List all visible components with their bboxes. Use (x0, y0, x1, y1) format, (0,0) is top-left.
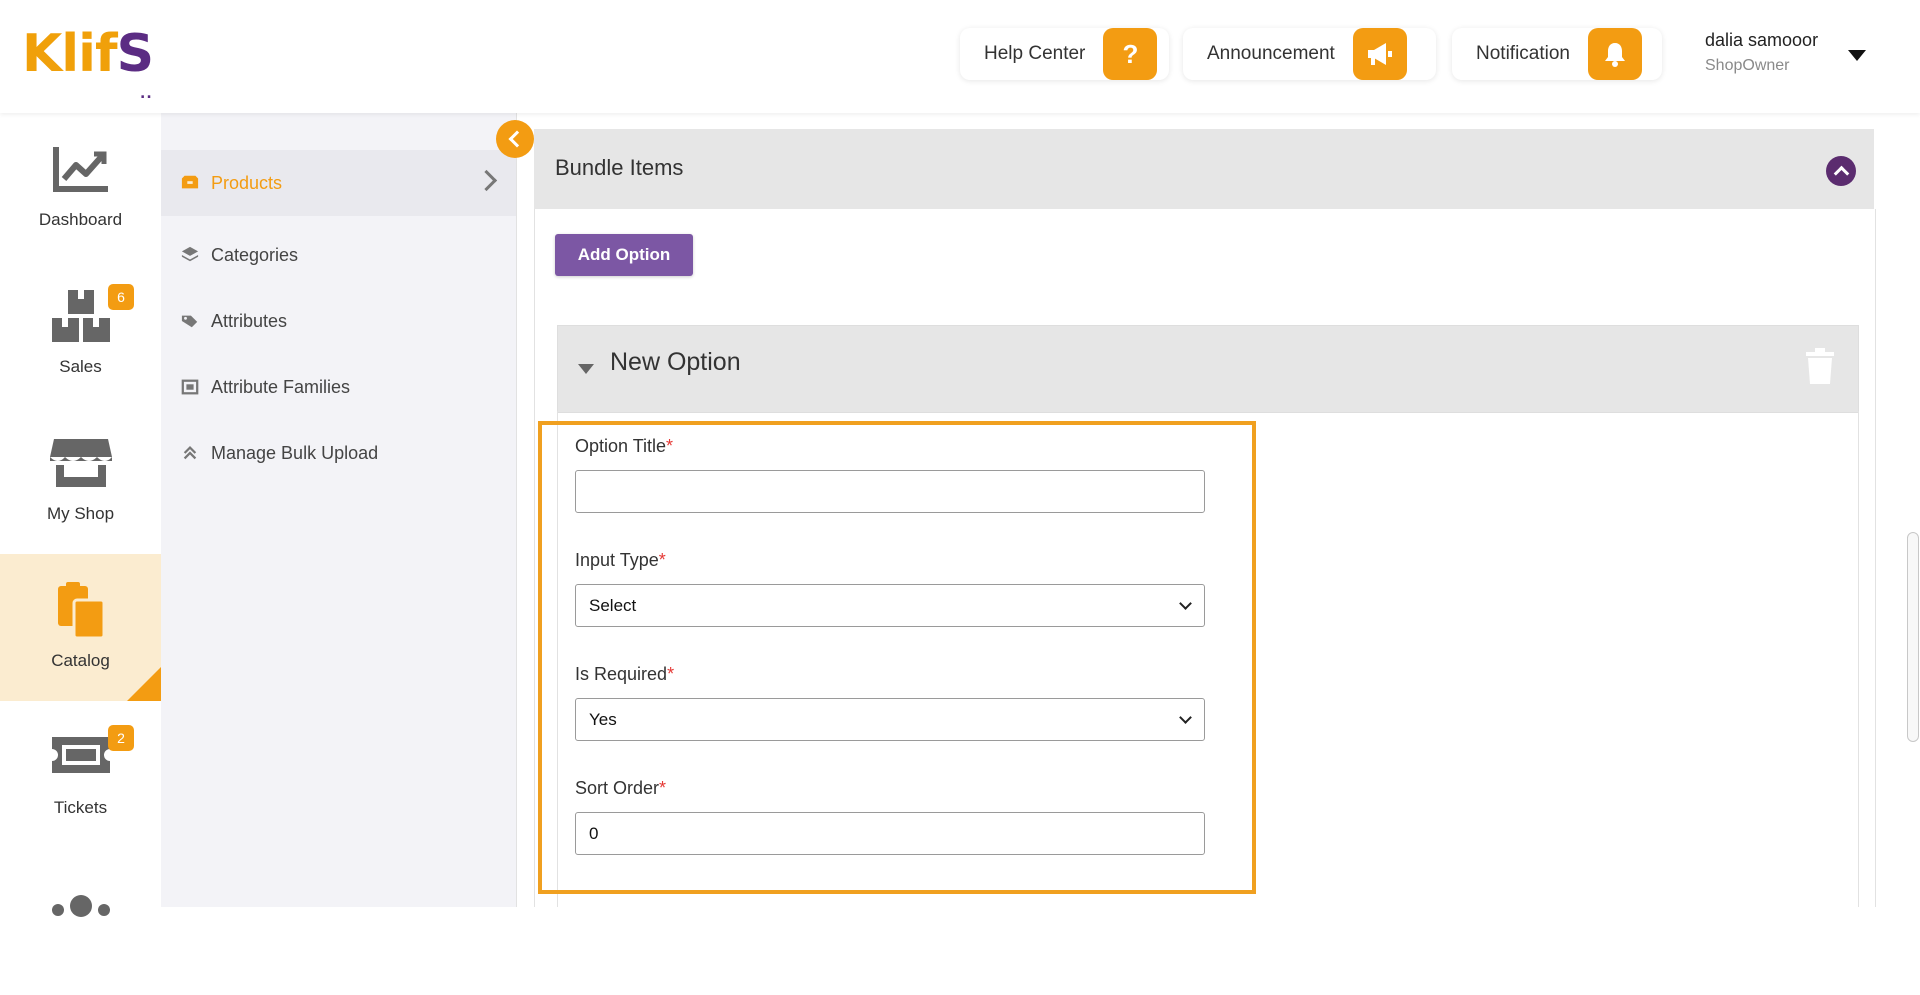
scrollbar-thumb[interactable] (1907, 532, 1919, 742)
submenu-categories[interactable]: Categories (161, 222, 516, 288)
bundle-items-header[interactable]: Bundle Items (534, 129, 1874, 209)
tags-icon (181, 315, 198, 328)
nav-item-dashboard[interactable]: Dashboard (0, 113, 161, 260)
clipboard-icon (58, 582, 106, 638)
caret-down-icon[interactable] (1848, 50, 1866, 61)
frame-icon (181, 379, 199, 395)
layers-icon (181, 246, 199, 262)
submenu-products[interactable]: Products (161, 150, 516, 216)
sort-order-input[interactable]: 0 (575, 812, 1205, 855)
user-name: dalia samooor (1705, 30, 1819, 50)
option-title-input[interactable] (575, 470, 1205, 513)
nav-item-sales[interactable]: 6 Sales (0, 260, 161, 407)
boxes-icon (52, 290, 110, 342)
chevron-up-icon (1833, 165, 1850, 182)
nav-item-my-shop[interactable]: My Shop (0, 407, 161, 554)
is-required-label: Is Required* (575, 664, 675, 684)
notification-label: Notification (1476, 43, 1570, 64)
add-option-button[interactable]: Add Option (555, 234, 693, 276)
submenu-attribute-families[interactable]: Attribute Families (161, 354, 516, 420)
new-option-title: New Option (610, 348, 741, 376)
catalog-submenu: Products Categories Attributes Attribute… (161, 113, 517, 907)
help-center-button[interactable]: Help Center ? (960, 28, 1169, 80)
nav-item-catalog[interactable]: Catalog (0, 554, 161, 701)
chevron-left-icon (508, 130, 526, 148)
collapse-sidebar-button[interactable] (496, 120, 534, 158)
trash-icon[interactable] (1806, 348, 1834, 384)
bell-icon (1588, 28, 1642, 80)
option-title-label: Option Title* (575, 436, 674, 456)
products-icon (181, 175, 199, 189)
chevron-right-icon (475, 169, 498, 192)
klifs-logo[interactable]: KlifS .. (22, 26, 154, 102)
top-bar: KlifS .. Help Center ? Announcement Noti… (0, 0, 1920, 113)
submenu-manage-bulk-upload[interactable]: Manage Bulk Upload (161, 420, 516, 486)
megaphone-icon (1352, 28, 1407, 80)
is-required-select[interactable]: Yes (575, 698, 1205, 741)
announcement-button[interactable]: Announcement (1183, 28, 1436, 80)
user-role: ShopOwner (1705, 57, 1790, 74)
sales-badge: 6 (108, 284, 134, 310)
submenu-attributes[interactable]: Attributes (161, 288, 516, 354)
chevron-down-icon (1179, 597, 1192, 610)
user-menu[interactable]: dalia samooor ShopOwner (1705, 30, 1818, 75)
notification-button[interactable]: Notification (1452, 28, 1662, 80)
question-icon: ? (1103, 28, 1158, 80)
chevron-down-icon (1179, 711, 1192, 724)
main-nav-rail: Dashboard 6 Sales My Shop Catalog 2 Tick… (0, 113, 162, 917)
bundle-items-title: Bundle Items (555, 155, 684, 180)
input-type-label: Input Type* (575, 550, 666, 570)
input-type-select[interactable]: Select (575, 584, 1205, 627)
store-icon (50, 439, 112, 487)
double-chevron-up-icon (183, 446, 197, 460)
sort-order-label: Sort Order* (575, 778, 667, 798)
more-icon (52, 895, 110, 917)
ticket-icon (52, 737, 110, 773)
help-center-label: Help Center (984, 43, 1086, 64)
active-corner-marker (127, 667, 161, 701)
nav-item-more[interactable] (0, 848, 161, 995)
collapse-section-button[interactable] (1826, 156, 1856, 186)
page-scrollbar[interactable] (1903, 113, 1920, 907)
chart-icon (53, 147, 108, 192)
announcement-label: Announcement (1207, 43, 1335, 64)
new-option-header[interactable]: New Option (557, 325, 1859, 413)
caret-down-icon[interactable] (578, 364, 594, 374)
nav-item-tickets[interactable]: 2 Tickets (0, 701, 161, 848)
tickets-badge: 2 (108, 725, 134, 751)
